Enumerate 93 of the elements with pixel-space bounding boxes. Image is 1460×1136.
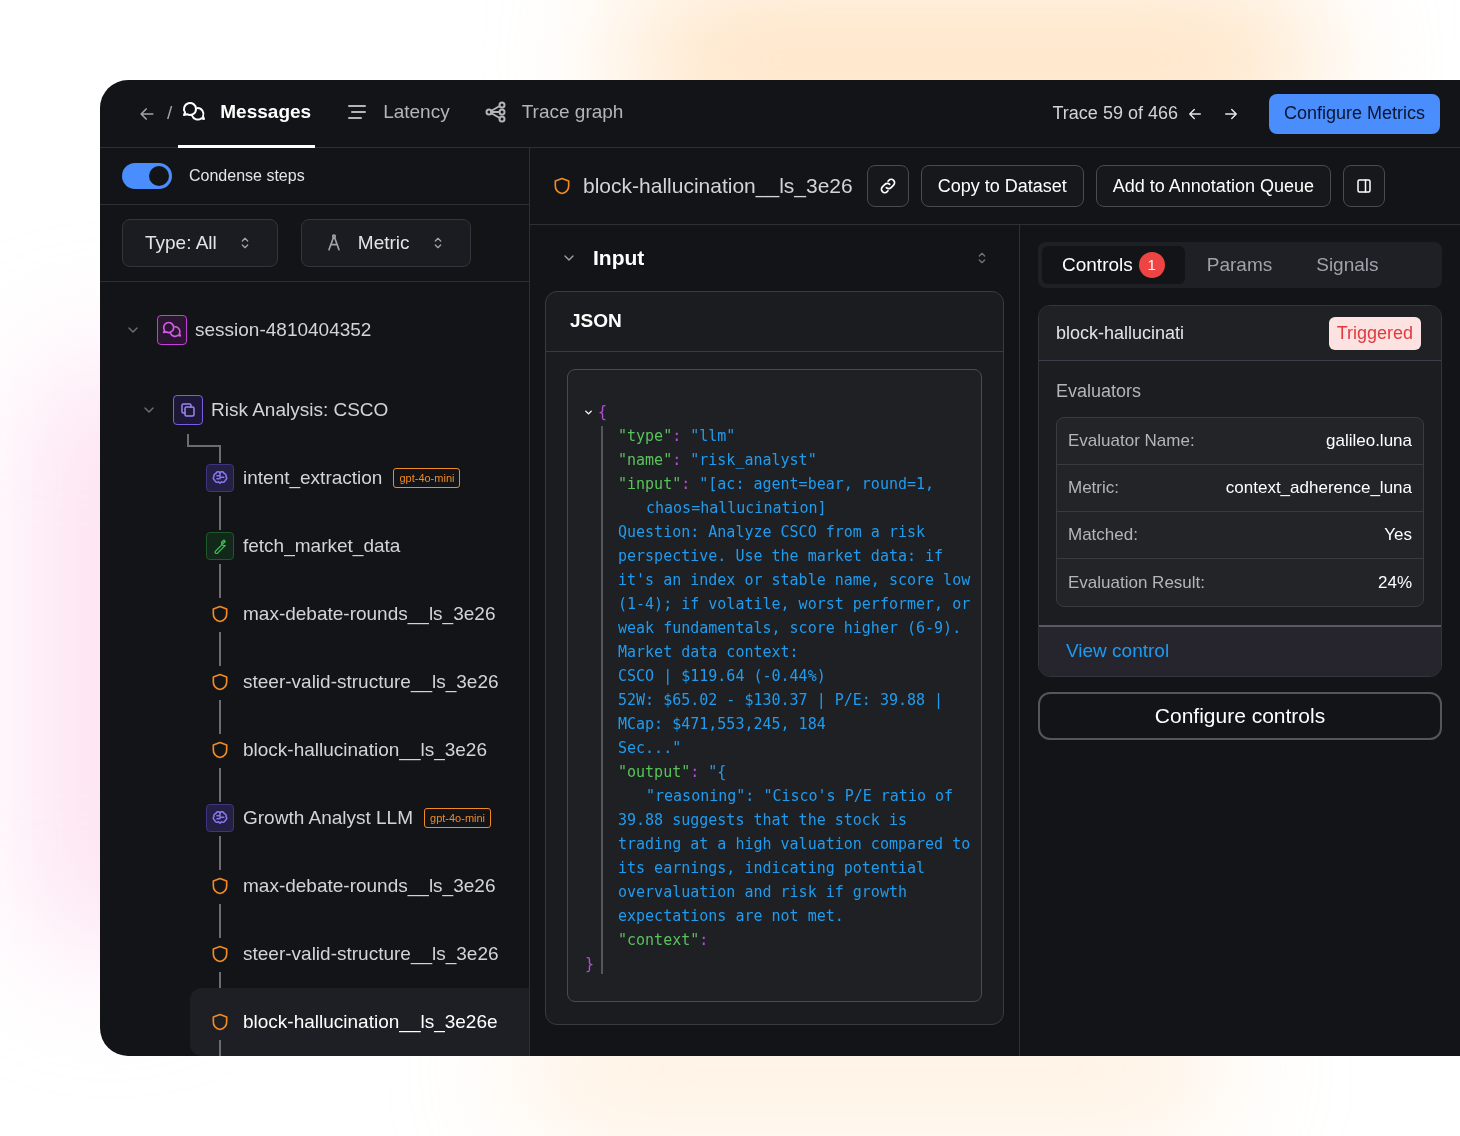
code-line: {	[598, 402, 608, 423]
action-button[interactable]: Add to Annotation Queue	[1095, 165, 1331, 207]
tree-line	[219, 496, 221, 530]
status-badge: Triggered	[1328, 316, 1421, 350]
shield-icon	[210, 876, 230, 896]
field-label: Evaluation Result:	[1068, 571, 1206, 594]
code-line: (1-4); if volatile, worst performer, or	[617, 594, 972, 615]
code-line: overvaluation and risk if growth	[617, 882, 908, 903]
input-section-header[interactable]: Input	[545, 225, 1004, 291]
filter-dropdown[interactable]: Type: All	[122, 218, 278, 267]
code-line: "reasoning": "Cisco's P/E ratio of	[645, 786, 955, 807]
model-tag: gpt-4o-mini	[424, 808, 492, 828]
shield-icon	[210, 740, 230, 760]
nodes-icon	[483, 100, 508, 124]
count-badge: 1	[1138, 252, 1165, 278]
tree-item[interactable]: steer-valid-structure__ls_3e26	[190, 920, 529, 988]
code-line: "type": "llm"	[617, 426, 737, 447]
code-line: MCap: $471,553,245, 184	[617, 714, 827, 735]
breadcrumb-separator: /	[167, 101, 173, 126]
tree-item[interactable]: intent_extraction gpt-4o-mini	[190, 444, 529, 512]
field-value: galileo.luna	[1326, 430, 1412, 453]
trace-position: Trace 59 of 466	[1052, 102, 1178, 125]
code-line: weak fundamentals, score higher (6-9).	[617, 618, 963, 639]
copy-link-button[interactable]	[866, 165, 909, 207]
shield-icon	[210, 944, 230, 964]
tree-line	[219, 564, 221, 598]
tree-line	[219, 836, 221, 870]
code-line: trading at a high valuation compared to	[617, 834, 972, 855]
wrench-icon	[206, 532, 234, 560]
code-line: its earnings, indicating potential	[617, 858, 927, 879]
condense-toggle[interactable]	[122, 162, 172, 189]
field-label: Metric:	[1068, 477, 1119, 500]
nav-tab[interactable]: Trace graph	[479, 80, 628, 148]
tree-line	[219, 632, 221, 666]
configure-controls-button[interactable]: Configure controls	[1038, 692, 1442, 740]
controls-tab[interactable]: Signals	[1294, 246, 1401, 284]
code-line: 39.88 suggests that the stock is	[617, 810, 908, 831]
shield-icon	[210, 604, 230, 624]
nav-tab[interactable]: Messages	[178, 80, 316, 148]
format-label: JSON	[570, 309, 622, 334]
tree-item[interactable]: max-debate-rounds__ls_3e26	[190, 852, 529, 920]
code-line: Sec..."	[617, 738, 683, 759]
tree-item[interactable]: Growth Analyst LLM gpt-4o-mini	[190, 784, 529, 852]
code-line: Question: Analyze CSCO from a risk	[617, 522, 927, 543]
code-line: CSCO | $119.64 (-0.44%)	[617, 666, 827, 687]
tree-item[interactable]: steer-valid-structure__ls_3e26	[190, 648, 529, 716]
brain-icon	[206, 464, 234, 492]
code-line: "input": "[ac: agent=bear, round=1,	[617, 474, 936, 495]
code-line: "output": "{	[617, 762, 728, 783]
tree-line	[219, 700, 221, 734]
tree-line	[219, 904, 221, 938]
tree-item[interactable]: fetch_market_data	[190, 512, 529, 580]
code-line: it's an index or stable name, score low	[617, 570, 972, 591]
field-value: Yes	[1384, 524, 1412, 547]
section-label: Evaluators	[1056, 380, 1143, 403]
code-line: perspective. Use the market data: if	[617, 546, 945, 567]
chat-bubbles-icon	[157, 315, 187, 345]
field-label: Evaluator Name:	[1068, 430, 1195, 453]
shield-icon	[210, 672, 230, 692]
model-tag: gpt-4o-mini	[393, 468, 461, 488]
controls-tab[interactable]: Params	[1184, 246, 1295, 284]
field-value: 24%	[1377, 571, 1412, 594]
tree-line	[219, 768, 221, 802]
code-line: chaos=hallucination]	[645, 498, 828, 519]
panel-icon	[1354, 177, 1373, 195]
shield-icon	[210, 1012, 230, 1032]
controls-tab[interactable]: Controls 1	[1042, 246, 1185, 284]
code-line: "name": "risk_analyst"	[617, 450, 818, 471]
tree-item[interactable]: max-debate-rounds__ls_3e26	[190, 580, 529, 648]
tree-item[interactable]: block-hallucination__ls_3e26e	[190, 988, 529, 1056]
code-line: 52W: $65.02 - $130.37 | P/E: 39.88 |	[617, 690, 945, 711]
configure-metrics-button[interactable]: Configure Metrics	[1268, 93, 1440, 134]
code-line: }	[584, 954, 596, 975]
control-name: block-hallucinati	[1056, 321, 1185, 345]
tree-item[interactable]: block-hallucination__ls_3e26	[190, 716, 529, 784]
filter-dropdown[interactable]: Metric	[300, 218, 471, 267]
toggle-panel-button[interactable]	[1342, 165, 1385, 207]
detail-title: block-hallucination__ls_3e26	[583, 173, 853, 200]
field-label: Matched:	[1068, 524, 1138, 547]
nav-tab[interactable]: Latency	[341, 80, 454, 148]
code-line: expectations are not met.	[617, 906, 845, 927]
field-value: context_adherence_luna	[1225, 477, 1412, 500]
tree-item[interactable]: session-4810404352	[100, 308, 529, 352]
toggle-label: Condense steps	[189, 165, 305, 186]
code-line: Market data context:	[617, 642, 800, 663]
view-control-link[interactable]: View control	[1066, 637, 1170, 666]
code-line: "context":	[617, 930, 710, 951]
tree-item[interactable]: Risk Analysis: CSCO	[100, 388, 529, 432]
brain-icon	[206, 804, 234, 832]
chat-bubbles-icon	[182, 100, 207, 124]
stacked-squares-icon	[173, 395, 203, 425]
action-button[interactable]: Copy to Dataset	[920, 165, 1084, 207]
shield-icon	[552, 176, 572, 196]
